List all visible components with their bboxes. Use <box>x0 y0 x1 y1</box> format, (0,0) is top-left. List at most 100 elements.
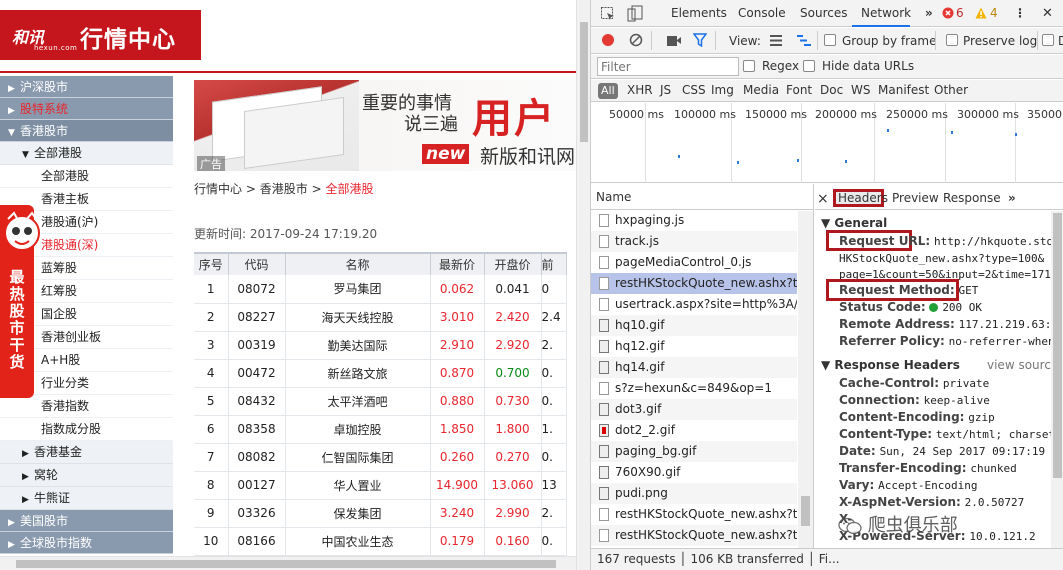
scroll-thumb[interactable] <box>801 496 810 526</box>
row-name[interactable]: 仁智国际集团 <box>285 443 431 472</box>
record-icon[interactable] <box>601 33 615 47</box>
warning-count[interactable]: 4 <box>990 6 998 20</box>
nav-item-allhk[interactable]: 全部港股 <box>0 165 173 188</box>
large-rows-icon[interactable] <box>769 34 783 47</box>
camera-icon[interactable] <box>666 34 682 47</box>
col-header-name[interactable]: 名称 <box>285 252 431 275</box>
request-row[interactable]: hq10.gif <box>591 315 797 336</box>
request-row[interactable]: hq14.gif <box>591 357 797 378</box>
row-code[interactable]: 08166 <box>228 527 286 556</box>
col-header-no[interactable]: 序号 <box>194 252 229 275</box>
kebab-menu-icon[interactable]: ⋮ <box>1014 6 1026 20</box>
tab-response[interactable]: Response <box>943 191 1001 205</box>
type-js[interactable]: JS <box>660 83 671 97</box>
table-row[interactable]: 10 08166 中国农业生态 0.179 0.160 0. <box>194 527 567 556</box>
crumb-hk[interactable]: 香港股市 <box>260 182 308 196</box>
row-code[interactable]: 08082 <box>228 443 286 472</box>
request-row[interactable]: pudi.png <box>591 483 797 504</box>
row-name[interactable]: 太平洋酒吧 <box>285 387 431 416</box>
regex-checkbox[interactable] <box>743 60 755 72</box>
scroll-thumb[interactable] <box>580 22 588 142</box>
error-icon[interactable] <box>942 7 954 19</box>
request-row[interactable]: hq12.gif <box>591 336 797 357</box>
tab-sources[interactable]: Sources <box>800 6 847 20</box>
type-all[interactable]: All <box>598 83 618 99</box>
row-code[interactable]: 03326 <box>228 499 286 528</box>
nav-global[interactable]: ▶ 全球股市指数 <box>0 532 173 554</box>
nav-us[interactable]: ▶ 美国股市 <box>0 510 173 532</box>
clear-icon[interactable] <box>629 33 643 47</box>
table-row[interactable]: 5 08432 太平洋酒吧 0.880 0.730 0. <box>194 387 567 416</box>
timeline-overview[interactable]: 50000 ms 100000 ms 150000 ms 200000 ms 2… <box>591 103 1063 183</box>
table-row[interactable]: 1 08072 罗马集团 0.062 0.041 0 <box>194 275 567 304</box>
type-xhr[interactable]: XHR <box>627 83 653 97</box>
request-row[interactable]: hxpaging.js <box>591 210 797 231</box>
scroll-thumb[interactable] <box>16 560 556 568</box>
request-row[interactable]: restHKStockQuote_new.ashx?type <box>591 273 797 294</box>
hide-data-urls-checkbox[interactable] <box>803 60 815 72</box>
col-header-last[interactable]: 最新价 <box>430 252 485 275</box>
row-code[interactable]: 00472 <box>228 359 286 388</box>
response-headers-toggle[interactable]: ▼ Response Headers <box>821 358 960 372</box>
warning-icon[interactable] <box>975 7 987 19</box>
row-name[interactable]: 新丝路文旅 <box>285 359 431 388</box>
table-row[interactable]: 6 08358 卓珈控股 1.850 1.800 1. <box>194 415 567 444</box>
scroll-thumb[interactable] <box>1053 213 1062 478</box>
detail-scrollbar[interactable] <box>1051 211 1063 548</box>
row-code[interactable]: 08432 <box>228 387 286 416</box>
type-css[interactable]: CSS <box>682 83 706 97</box>
inspect-icon[interactable] <box>600 6 616 22</box>
row-code[interactable]: 08227 <box>228 303 286 332</box>
col-header-open[interactable]: 开盘价 <box>484 252 542 275</box>
row-name[interactable]: 中国农业生态 <box>285 527 431 556</box>
table-row[interactable]: 2 08227 海天天线控股 3.010 2.420 2.4 <box>194 303 567 332</box>
promo-side-tab[interactable]: 最热股市干货 <box>0 205 40 398</box>
request-row[interactable]: track.js <box>591 231 797 252</box>
crumb-home[interactable]: 行情中心 <box>194 182 242 196</box>
tab-network[interactable]: Network <box>861 6 911 20</box>
table-row[interactable]: 9 03326 保发集团 3.240 2.990 2. <box>194 499 567 528</box>
nav-item-constituents[interactable]: 指数成分股 <box>0 418 173 441</box>
request-row[interactable]: 760X90.gif <box>591 462 797 483</box>
row-name[interactable]: 勤美达国际 <box>285 331 431 360</box>
request-row[interactable]: dot2_2.gif <box>591 420 797 441</box>
group-by-frame-checkbox[interactable] <box>824 34 836 46</box>
row-code[interactable]: 00319 <box>228 331 286 360</box>
disable-cache-checkbox[interactable] <box>1042 34 1054 46</box>
type-img[interactable]: Img <box>711 83 734 97</box>
ad-banner[interactable]: 广告 重要的事情 说三遍 用户 new 新版和讯网 <box>194 80 576 171</box>
tab-preview[interactable]: Preview <box>892 191 939 205</box>
row-code[interactable]: 08358 <box>228 415 286 444</box>
request-row[interactable]: restHKStockQuote_new.ashx?type <box>591 504 797 525</box>
request-row[interactable]: paging_bg.gif <box>591 441 797 462</box>
row-name[interactable]: 海天天线控股 <box>285 303 431 332</box>
nav-system[interactable]: ▶ 股特系统 <box>0 98 173 120</box>
filter-input[interactable] <box>597 57 739 76</box>
row-name[interactable]: 卓珈控股 <box>285 415 431 444</box>
nav-warrant[interactable]: ▶ 窝轮 <box>0 464 173 487</box>
error-count[interactable]: 6 <box>956 6 964 20</box>
tab-console[interactable]: Console <box>738 6 786 20</box>
close-detail-icon[interactable]: × <box>817 191 829 207</box>
page-horizontal-scrollbar[interactable] <box>0 556 576 570</box>
page-vertical-scrollbar[interactable] <box>576 0 590 570</box>
col-header-prev[interactable]: 前 <box>541 252 567 275</box>
col-header-code[interactable]: 代码 <box>228 252 286 275</box>
nav-fund[interactable]: ▶ 香港基金 <box>0 441 173 464</box>
nav-item-index[interactable]: 香港指数 <box>0 395 173 418</box>
nav-allhk-group[interactable]: ▼ 全部港股 <box>0 142 173 165</box>
more-tabs-button[interactable]: » <box>925 6 933 20</box>
row-name[interactable]: 罗马集团 <box>285 275 431 304</box>
tab-headers[interactable]: Headers <box>838 191 888 205</box>
request-row[interactable]: usertrack.aspx?site=http%3A//quo <box>591 294 797 315</box>
close-icon[interactable]: ✕ <box>1042 6 1053 21</box>
request-row[interactable]: dot3.gif <box>591 399 797 420</box>
row-name[interactable]: 保发集团 <box>285 499 431 528</box>
filter-icon[interactable] <box>693 33 707 47</box>
table-row[interactable]: 4 00472 新丝路文旅 0.870 0.700 0. <box>194 359 567 388</box>
preserve-log-checkbox[interactable] <box>946 34 958 46</box>
type-other[interactable]: Other <box>934 83 968 97</box>
nav-cbbc[interactable]: ▶ 牛熊证 <box>0 487 173 510</box>
request-list-scrollbar[interactable] <box>798 211 813 548</box>
table-row[interactable]: 8 00127 华人置业 14.900 13.060 13 <box>194 471 567 500</box>
